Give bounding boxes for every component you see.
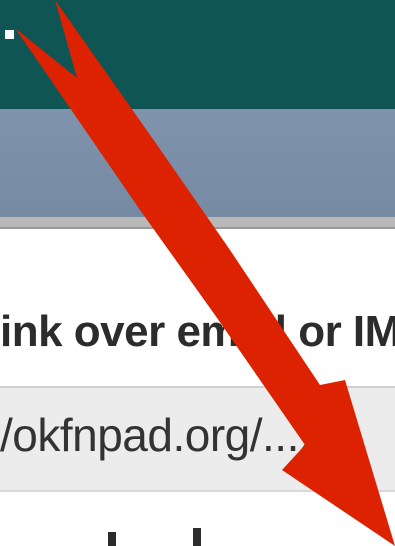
text-fragment: [193, 528, 201, 546]
share-instruction-text: ink over email or IM: [0, 307, 395, 356]
panel-divider: [0, 217, 395, 229]
next-text-line-fragment: [0, 528, 395, 546]
app-header: [0, 0, 395, 109]
share-url-value[interactable]: /okfnpad.org/...Xu: [0, 404, 355, 466]
toolbar-band: [0, 109, 395, 217]
share-url-field[interactable]: /okfnpad.org/...Xu: [0, 386, 395, 492]
text-fragment: [108, 532, 116, 546]
screenshot-stage: ink over email or IM /okfnpad.org/...Xu: [0, 0, 395, 546]
header-menu-dot[interactable]: [5, 30, 14, 39]
